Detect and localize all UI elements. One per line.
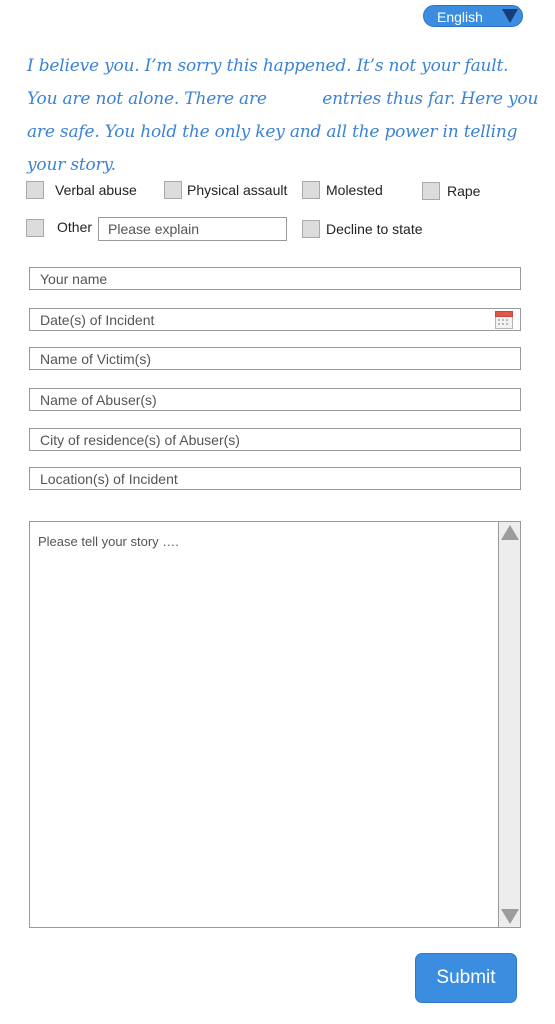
checkbox-physical-assault[interactable]: Physical assault [164, 181, 294, 201]
submit-button[interactable]: Submit [415, 953, 517, 1003]
checkbox-verbal-abuse[interactable]: Verbal abuse [26, 181, 146, 201]
abuser-name-field[interactable] [29, 388, 521, 411]
story-textarea[interactable] [30, 522, 498, 927]
arrow-down-icon[interactable] [501, 909, 519, 924]
arrow-up-icon[interactable] [501, 525, 519, 540]
other-explain-input[interactable] [98, 217, 287, 241]
story-container [29, 521, 521, 928]
your-name-field[interactable] [29, 267, 521, 290]
checkbox-molested[interactable]: Molested [302, 181, 392, 201]
checkbox-label: Physical assault [187, 182, 288, 198]
incident-date-field[interactable] [29, 308, 521, 331]
checkbox-label: Molested [326, 182, 383, 198]
checkbox-decline-to-state[interactable]: Decline to state [302, 220, 432, 240]
checkbox-box[interactable] [26, 219, 44, 237]
checkbox-box[interactable] [302, 220, 320, 238]
checkbox-box[interactable] [422, 182, 440, 200]
language-label: English [437, 9, 483, 25]
chevron-down-icon [502, 9, 518, 23]
story-scrollbar[interactable] [498, 522, 520, 927]
checkbox-box[interactable] [302, 181, 320, 199]
checkbox-label: Verbal abuse [55, 182, 137, 198]
language-dropdown[interactable]: English [423, 5, 523, 27]
checkbox-box[interactable] [164, 181, 182, 199]
checkbox-other[interactable]: Other [26, 219, 96, 239]
checkbox-label: Rape [447, 183, 481, 199]
checkbox-label: Decline to state [326, 221, 423, 237]
intro-message: I believe you. I’m sorry this happened. … [27, 50, 542, 182]
abuser-city-field[interactable] [29, 428, 521, 451]
incident-location-field[interactable] [29, 467, 521, 490]
victim-name-field[interactable] [29, 347, 521, 370]
calendar-icon[interactable] [495, 310, 513, 329]
checkbox-label: Other [57, 219, 93, 235]
checkbox-box[interactable] [26, 181, 44, 199]
checkbox-rape[interactable]: Rape [422, 182, 492, 202]
